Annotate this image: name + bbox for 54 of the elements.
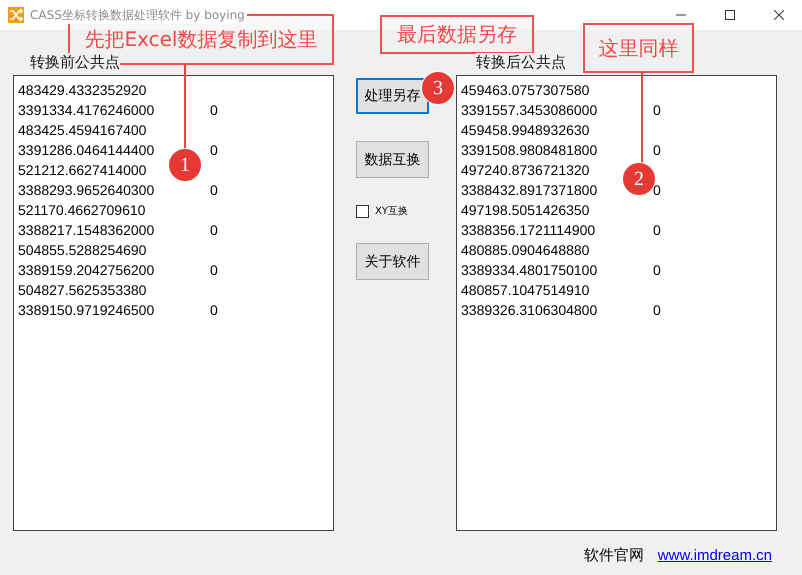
data-value: 0 [653,301,661,320]
data-value: 0 [210,181,218,200]
data-value: 0 [210,301,218,320]
data-value: 3388432.8917371800 [461,181,598,200]
data-value: 3389326.3106304800 [461,301,598,320]
data-value: 0 [653,101,661,120]
window-title: CASS坐标转换数据处理软件 by boying [30,6,247,24]
data-value: 3391557.3453086000 [461,101,598,120]
data-value: 0 [210,221,218,240]
checkbox[interactable] [356,204,369,218]
data-value: 480857.1047514910 [461,281,590,300]
action-button[interactable]: 关于软件 [356,243,429,280]
data-value: 0 [653,181,661,200]
data-value: 3389334.4801750100 [461,261,598,280]
data-text-area[interactable] [13,75,334,531]
data-value: 3391508.9808481800 [461,141,598,160]
data-value: 459458.9948932630 [461,121,590,140]
action-button[interactable]: 处理另存 [356,78,429,114]
data-value: 504827.5625353380 [18,281,146,300]
data-value: 3389150.9719246500 [18,301,154,320]
panel-label: 转换前公共点 [30,53,120,71]
data-value: 3388217.1548362000 [18,221,154,240]
data-value: 504855.5288254690 [18,241,146,260]
step-marker: 3 [421,71,455,105]
data-value: 497240.8736721320 [461,161,590,180]
action-button[interactable]: 数据互换 [356,141,429,178]
close-icon[interactable] [774,10,784,20]
data-value: 0 [653,141,661,160]
data-value: 483429.4332352920 [18,81,146,100]
data-value: 3388356.1721114900 [461,221,596,240]
data-value: 497198.5051426350 [461,201,590,220]
data-value: 459463.0757307580 [461,81,590,100]
data-value: 0 [210,101,218,120]
annotation-callout: 这里同样 [583,23,694,73]
website-link[interactable]: www.imdream.cn [658,546,772,564]
website-label: 软件官网 [584,546,644,564]
panel-label: 转换后公共点 [476,53,566,71]
data-value: 0 [210,141,218,160]
data-value: 0 [653,261,661,280]
data-value: 3391286.0464144400 [18,141,154,160]
annotation-callout: 最后数据另存 [380,15,534,54]
data-value: 3389159.2042756200 [18,261,154,280]
data-value: 480885.0904648880 [461,241,590,260]
checkbox-label: XY互换 [375,205,408,218]
maximize-icon[interactable] [725,10,735,20]
data-value: 3388293.9652640300 [18,181,154,200]
data-value: 0 [210,261,218,280]
data-value: 0 [653,221,661,240]
data-value: 483425.4594167400 [18,121,146,140]
shuffle-icon [8,7,24,23]
data-text-area[interactable] [456,75,777,531]
data-value: 3391334.4176246000 [18,101,154,120]
data-value: 521170.4662709610 [18,201,146,220]
data-value: 521212.6627414000 [18,161,146,180]
